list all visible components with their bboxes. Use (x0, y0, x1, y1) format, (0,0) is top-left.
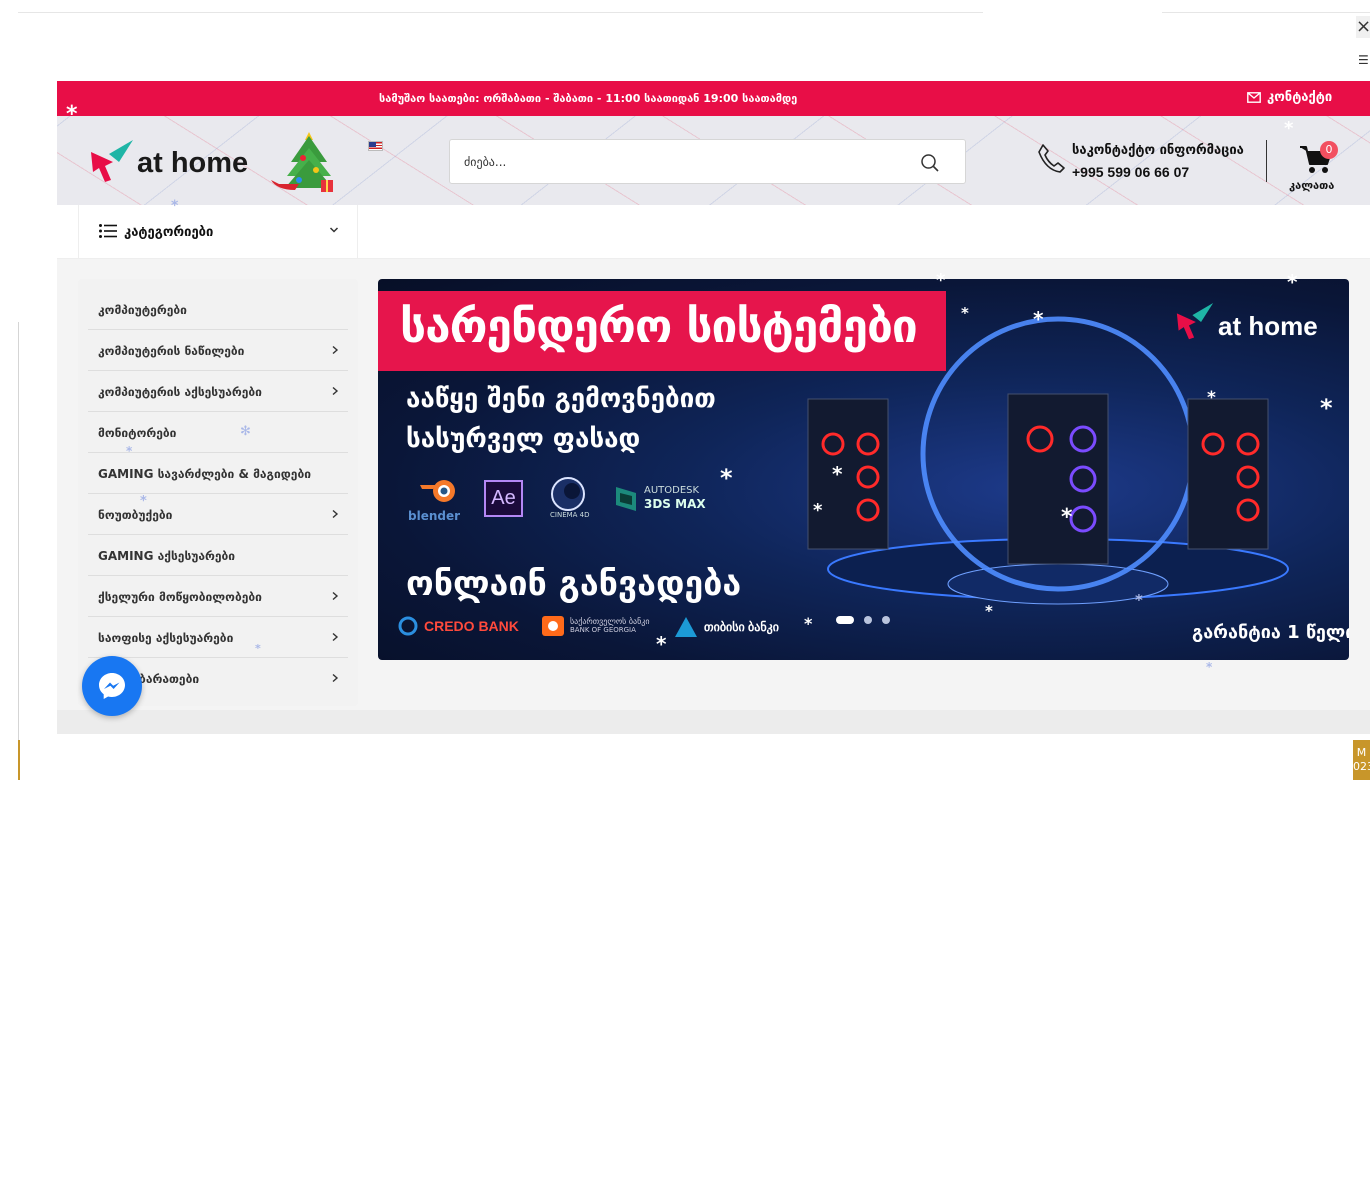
phone-icon (1038, 144, 1065, 173)
chevron-right-icon (332, 509, 339, 519)
top-info-bar: სამუშაო საათები: ორშაბათი - შაბათი - 11:… (57, 81, 1370, 116)
slider-pagination (836, 616, 890, 624)
christmas-tree-icon (271, 132, 333, 192)
search-box (449, 139, 966, 184)
categories-dropdown-toggle[interactable]: კატეგორიები (78, 205, 358, 259)
cart-button[interactable]: 0 კალათა (1287, 140, 1347, 196)
software-blender: blender (408, 509, 461, 523)
category-item-label: კომპიუტერის ნაწილები (98, 344, 245, 358)
category-item[interactable]: ნოუთბუქები (88, 494, 348, 535)
category-item-label: GAMING აქსესუარები (98, 549, 236, 563)
category-item[interactable]: მონიტორები (88, 412, 348, 453)
bank-of-georgia-icon (542, 616, 564, 636)
category-item[interactable]: კომპიუტერები (88, 289, 348, 330)
search-icon[interactable] (918, 151, 942, 175)
site-logo[interactable]: at home (89, 132, 334, 202)
banner-subtitle-2: სასურველ ფასად (406, 424, 641, 454)
slider-dot[interactable] (836, 616, 854, 624)
logo-text: at home (137, 147, 249, 179)
category-item-label: კომპიუტერები (98, 303, 187, 317)
software-cinema4d: CINEMA 4D (550, 511, 590, 519)
banner-installment-text: ონლაინ განვადება (406, 564, 742, 604)
chevron-right-icon (332, 673, 339, 683)
banner-subtitle-1: ააწყე შენი გემოვნებით (406, 384, 716, 414)
software-autodesk: AUTODESK (644, 485, 700, 496)
contact-link[interactable]: კონტაქტი (1247, 90, 1332, 105)
search-input[interactable] (464, 150, 904, 174)
site-header: at home საკონტაქტო ინფორმაცია +995 599 0… (57, 116, 1370, 205)
software-3dsmax: 3DS MAX (644, 497, 706, 511)
slider-dot[interactable] (864, 616, 872, 624)
bank-of-georgia-logo: საქართველოს ბანკი BANK OF GEORGIA (542, 616, 649, 636)
blender-icon (420, 480, 455, 502)
contact-link-label: კონტაქტი (1267, 90, 1333, 105)
category-item-label: საოფისე აქსესუარები (98, 631, 234, 645)
category-sidebar: კომპიუტერები კომპიუტერის ნაწილები კომპიუტე… (78, 279, 358, 706)
bank-tbc: თიბისი ბანკი (704, 620, 779, 634)
3dsmax-logo: AUTODESK 3DS MAX (614, 485, 734, 521)
chevron-right-icon (332, 591, 339, 601)
chevron-right-icon (332, 386, 339, 396)
category-item[interactable]: GAMING სავარძლები & მაგიდები (88, 453, 348, 494)
messenger-icon (99, 673, 125, 699)
close-icon[interactable]: × (1356, 16, 1370, 38)
chevron-right-icon (332, 632, 339, 642)
category-item-label: GAMING სავარძლები & მაგიდები (98, 467, 311, 481)
category-item[interactable]: კომპიუტერის ნაწილები (88, 330, 348, 371)
side-badge[interactable]: M 023 (1353, 740, 1370, 780)
cart-count-badge: 0 (1320, 141, 1338, 159)
working-hours-text: სამუშაო საათები: ორშაბათი - შაბათი - 11:… (379, 92, 798, 105)
logo-mark-icon (91, 140, 133, 182)
top-divider-right (1162, 12, 1370, 13)
chevron-down-icon (329, 227, 339, 233)
list-icon (99, 224, 117, 238)
bank-bog-ka: საქართველოს ბანკი (570, 617, 650, 626)
cinema4d-icon (551, 477, 585, 511)
banner-warranty-text: გარანტია 1 წელი (1192, 622, 1349, 643)
tbc-bank-icon (675, 617, 697, 637)
side-accent-bar (18, 740, 20, 780)
contact-info-title: საკონტაქტო ინფორმაცია (1072, 143, 1244, 158)
language-flag-icon[interactable] (368, 141, 383, 151)
category-item[interactable]: GAMING აქსესუარები (88, 535, 348, 576)
render-pcs-illustration (807, 316, 1289, 605)
envelope-icon (1247, 92, 1261, 103)
chevron-right-icon (332, 345, 339, 355)
category-item-label: კომპიუტერის აქსესუარები (98, 385, 262, 399)
category-item-label: ნოუთბუქები (98, 508, 173, 522)
cart-label: კალათა (1289, 179, 1335, 192)
category-item[interactable]: ქსელური მოწყობილობები (88, 576, 348, 617)
slider-dot[interactable] (882, 616, 890, 624)
category-item[interactable]: კომპიუტერის აქსესუარები (88, 371, 348, 412)
messenger-chat-button[interactable] (82, 656, 142, 716)
side-divider (18, 322, 19, 780)
contact-phone-number[interactable]: +995 599 06 66 07 (1072, 164, 1189, 180)
blender-logo: blender (408, 475, 468, 523)
credo-bank-icon (398, 616, 418, 636)
category-item[interactable]: საოფისე აქსესუარები (88, 617, 348, 658)
bank-bog-en: BANK OF GEORGIA (570, 626, 636, 634)
category-item-label: ქსელური მოწყობილობები (98, 590, 262, 604)
main-navbar: კატეგორიები (57, 205, 1370, 259)
3dsmax-icon (616, 487, 636, 511)
site-frame: სამუშაო საათები: ორშაბათი - შაბათი - 11:… (57, 81, 1370, 734)
credo-bank-logo: CREDO BANK (398, 616, 519, 636)
category-item-label: მონიტორები (98, 426, 177, 440)
top-divider-left (18, 12, 983, 13)
cinema4d-logo: CINEMA 4D (550, 476, 610, 524)
content-bottom-band (57, 710, 1370, 734)
software-after-effects: Ae (484, 480, 523, 517)
bank-credo: CREDO BANK (424, 618, 519, 634)
categories-label: კატეგორიები (124, 225, 214, 240)
menu-icon[interactable]: ☰ (1358, 53, 1369, 67)
tbc-bank-logo: თიბისი ბანკი (674, 616, 779, 638)
hero-banner-slider[interactable]: სარენდერო სისტემები ააწყე შენი გემოვნები… (378, 279, 1349, 660)
header-divider (1266, 140, 1267, 182)
